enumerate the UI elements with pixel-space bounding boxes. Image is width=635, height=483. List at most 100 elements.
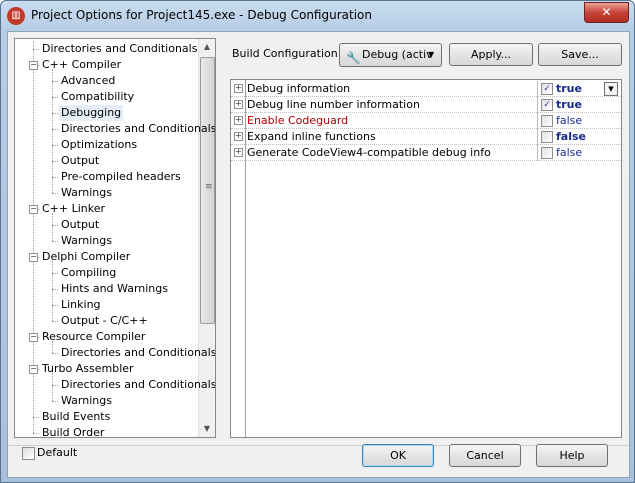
property-row[interactable]: + Expand inline functions false xyxy=(231,129,621,145)
dialog-client-area: ▲ ≡ ▼ Directories and Conditionals C++ Co… xyxy=(7,31,630,478)
scroll-up-arrow-icon[interactable]: ▲ xyxy=(199,39,215,55)
tree-connector xyxy=(52,193,58,194)
help-button[interactable]: Help xyxy=(536,444,608,467)
tree-connector xyxy=(33,433,39,434)
tree-collapse-icon[interactable]: − xyxy=(29,333,38,342)
tree-item[interactable]: Debugging xyxy=(59,105,124,121)
property-row[interactable]: + Enable Codeguard false xyxy=(231,113,621,129)
tree-connector xyxy=(52,81,58,82)
default-checkbox[interactable] xyxy=(22,447,35,460)
tree-item[interactable]: Output xyxy=(59,153,101,169)
tree-connector xyxy=(52,385,58,386)
tree-connector xyxy=(52,113,58,114)
tree-connector xyxy=(33,49,39,50)
column-divider xyxy=(537,113,538,129)
expand-icon[interactable]: + xyxy=(234,84,243,93)
wrench-icon: 🔧 xyxy=(346,51,361,65)
ok-button[interactable]: OK xyxy=(362,444,434,467)
tree-item[interactable]: Warnings xyxy=(59,185,114,201)
property-checkbox[interactable] xyxy=(541,115,553,127)
property-row[interactable]: + Generate CodeView4-compatible debug inf… xyxy=(231,145,621,161)
chevron-down-icon: ▼ xyxy=(428,50,435,59)
tree-connector xyxy=(52,305,58,306)
tree-item[interactable]: Compiling xyxy=(59,265,118,281)
column-divider xyxy=(537,145,538,161)
tree-connector xyxy=(52,289,58,290)
property-name: Generate CodeView4-compatible debug info xyxy=(247,146,491,159)
close-button[interactable]: ✕ xyxy=(584,2,629,23)
tree-connector xyxy=(52,401,58,402)
save-button[interactable]: Save... xyxy=(538,43,622,66)
property-checkbox[interactable] xyxy=(541,131,553,143)
tree-item[interactable]: Warnings xyxy=(59,233,114,249)
expand-icon[interactable]: + xyxy=(234,116,243,125)
tree-collapse-icon[interactable]: − xyxy=(29,205,38,214)
property-value[interactable]: false xyxy=(556,145,582,160)
app-icon: ▥ xyxy=(7,7,25,25)
tree-item[interactable]: Output - C/C++ xyxy=(59,313,150,329)
tree-item[interactable]: Compatibility xyxy=(59,89,136,105)
tree-connector xyxy=(52,273,58,274)
tree-connector xyxy=(52,129,58,130)
default-checkbox-label[interactable]: Default xyxy=(37,446,77,460)
column-divider xyxy=(537,129,538,145)
build-configuration-combo[interactable]: 🔧 Debug (activ ▼ xyxy=(339,43,442,67)
tree-collapse-icon[interactable]: − xyxy=(29,253,38,262)
tree-root-line xyxy=(33,41,34,433)
tree-item[interactable]: Warnings xyxy=(59,393,114,409)
grip-icon: ≡ xyxy=(205,182,213,192)
tree-connector xyxy=(52,177,58,178)
property-value[interactable]: false xyxy=(556,129,586,144)
tree-connector xyxy=(33,417,39,418)
property-checkbox[interactable]: ✓ xyxy=(541,99,553,111)
property-row[interactable]: + Debug line number information ✓ true xyxy=(231,97,621,113)
property-value[interactable]: false xyxy=(556,113,582,128)
tree-item[interactable]: Advanced xyxy=(59,73,117,89)
tree-item[interactable]: C++ Linker xyxy=(40,201,107,217)
tree-item[interactable]: Output xyxy=(59,217,101,233)
tree-item[interactable]: Build Events xyxy=(40,409,112,425)
options-property-grid[interactable]: + Debug information ✓ true ▼ + Debug line numb… xyxy=(230,79,622,438)
tree-item[interactable]: Resource Compiler xyxy=(40,329,147,345)
value-dropdown-icon[interactable]: ▼ xyxy=(604,82,618,96)
project-options-window: ▥ Project Options for Project145.exe - D… xyxy=(0,0,635,483)
expand-icon[interactable]: + xyxy=(234,100,243,109)
tree-item[interactable]: Linking xyxy=(59,297,103,313)
tree-item[interactable]: Build Order xyxy=(40,425,106,437)
scroll-down-arrow-icon[interactable]: ▼ xyxy=(199,421,215,437)
apply-button[interactable]: Apply... xyxy=(449,43,533,66)
cancel-button[interactable]: Cancel xyxy=(449,444,521,467)
expand-icon[interactable]: + xyxy=(234,148,243,157)
tree-branch-line xyxy=(52,69,53,193)
column-divider xyxy=(537,81,538,97)
expand-icon[interactable]: + xyxy=(234,132,243,141)
property-value[interactable]: true xyxy=(556,97,582,112)
tree-connector xyxy=(52,97,58,98)
tree-item[interactable]: Directories and Conditionals xyxy=(59,345,215,361)
title-bar[interactable]: ▥ Project Options for Project145.exe - D… xyxy=(1,1,634,31)
property-checkbox[interactable]: ✓ xyxy=(541,83,553,95)
tree-item[interactable]: Directories and Conditionals xyxy=(40,41,199,57)
tree-connector xyxy=(52,321,58,322)
tree-item[interactable]: Optimizations xyxy=(59,137,139,153)
build-configuration-value: Debug (activ xyxy=(362,48,433,61)
property-value[interactable]: true xyxy=(556,81,582,96)
build-configuration-label: Build Configuration: xyxy=(232,47,342,60)
tree-branch-line xyxy=(52,213,53,241)
property-name: Expand inline functions xyxy=(247,130,376,143)
tree-item[interactable]: Turbo Assembler xyxy=(40,361,136,377)
tree-collapse-icon[interactable]: − xyxy=(29,61,38,70)
options-tree[interactable]: ▲ ≡ ▼ Directories and Conditionals C++ Co… xyxy=(14,38,216,438)
tree-collapse-icon[interactable]: − xyxy=(29,365,38,374)
tree-item[interactable]: Directories and Conditionals xyxy=(59,377,215,393)
tree-item[interactable]: Directories and Conditionals xyxy=(59,121,215,137)
tree-item[interactable]: Hints and Warnings xyxy=(59,281,170,297)
tree-item[interactable]: Pre-compiled headers xyxy=(59,169,183,185)
tree-item[interactable]: Delphi Compiler xyxy=(40,249,132,265)
scrollbar-thumb[interactable]: ≡ xyxy=(200,57,215,324)
property-checkbox[interactable] xyxy=(541,147,553,159)
tree-connector xyxy=(52,241,58,242)
property-name: Debug information xyxy=(247,82,351,95)
tree-connector xyxy=(52,161,58,162)
property-row[interactable]: + Debug information ✓ true ▼ xyxy=(231,81,621,97)
